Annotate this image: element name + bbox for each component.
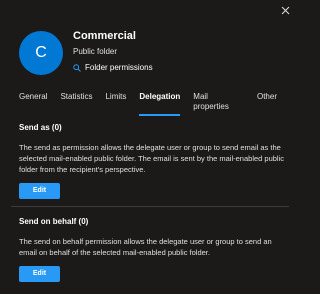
tab-bar: General Statistics Limits Delegation Mai… (19, 92, 290, 116)
send-on-behalf-edit-button[interactable]: Edit (19, 266, 60, 282)
section-divider (11, 206, 289, 207)
tab-statistics[interactable]: Statistics (60, 92, 92, 116)
tab-general[interactable]: General (19, 92, 47, 116)
folder-permissions-link[interactable]: Folder permissions (73, 63, 153, 72)
page-title: Commercial (73, 30, 136, 42)
panel-header: C Commercial Public folder Folder permis… (19, 29, 153, 75)
tab-limits[interactable]: Limits (105, 92, 126, 116)
send-on-behalf-title: Send on behalf (0) (19, 217, 89, 226)
tab-mail-properties[interactable]: Mail properties (193, 92, 244, 116)
folder-type-label: Public folder (73, 47, 118, 56)
search-icon (73, 63, 81, 72)
tab-other[interactable]: Other (257, 92, 277, 116)
close-icon[interactable] (278, 3, 292, 17)
send-as-edit-button[interactable]: Edit (19, 183, 60, 199)
send-as-description: The send as permission allows the delega… (19, 143, 285, 174)
folder-permissions-label: Folder permissions (85, 63, 153, 72)
send-on-behalf-description: The send on behalf permission allows the… (19, 237, 272, 257)
send-as-section: Send as (0) The send as permission allow… (19, 123, 290, 199)
send-as-title: Send as (0) (19, 123, 62, 132)
avatar: C (19, 31, 63, 75)
send-on-behalf-section: Send on behalf (0) The send on behalf pe… (19, 217, 290, 282)
tab-delegation[interactable]: Delegation (139, 92, 181, 116)
